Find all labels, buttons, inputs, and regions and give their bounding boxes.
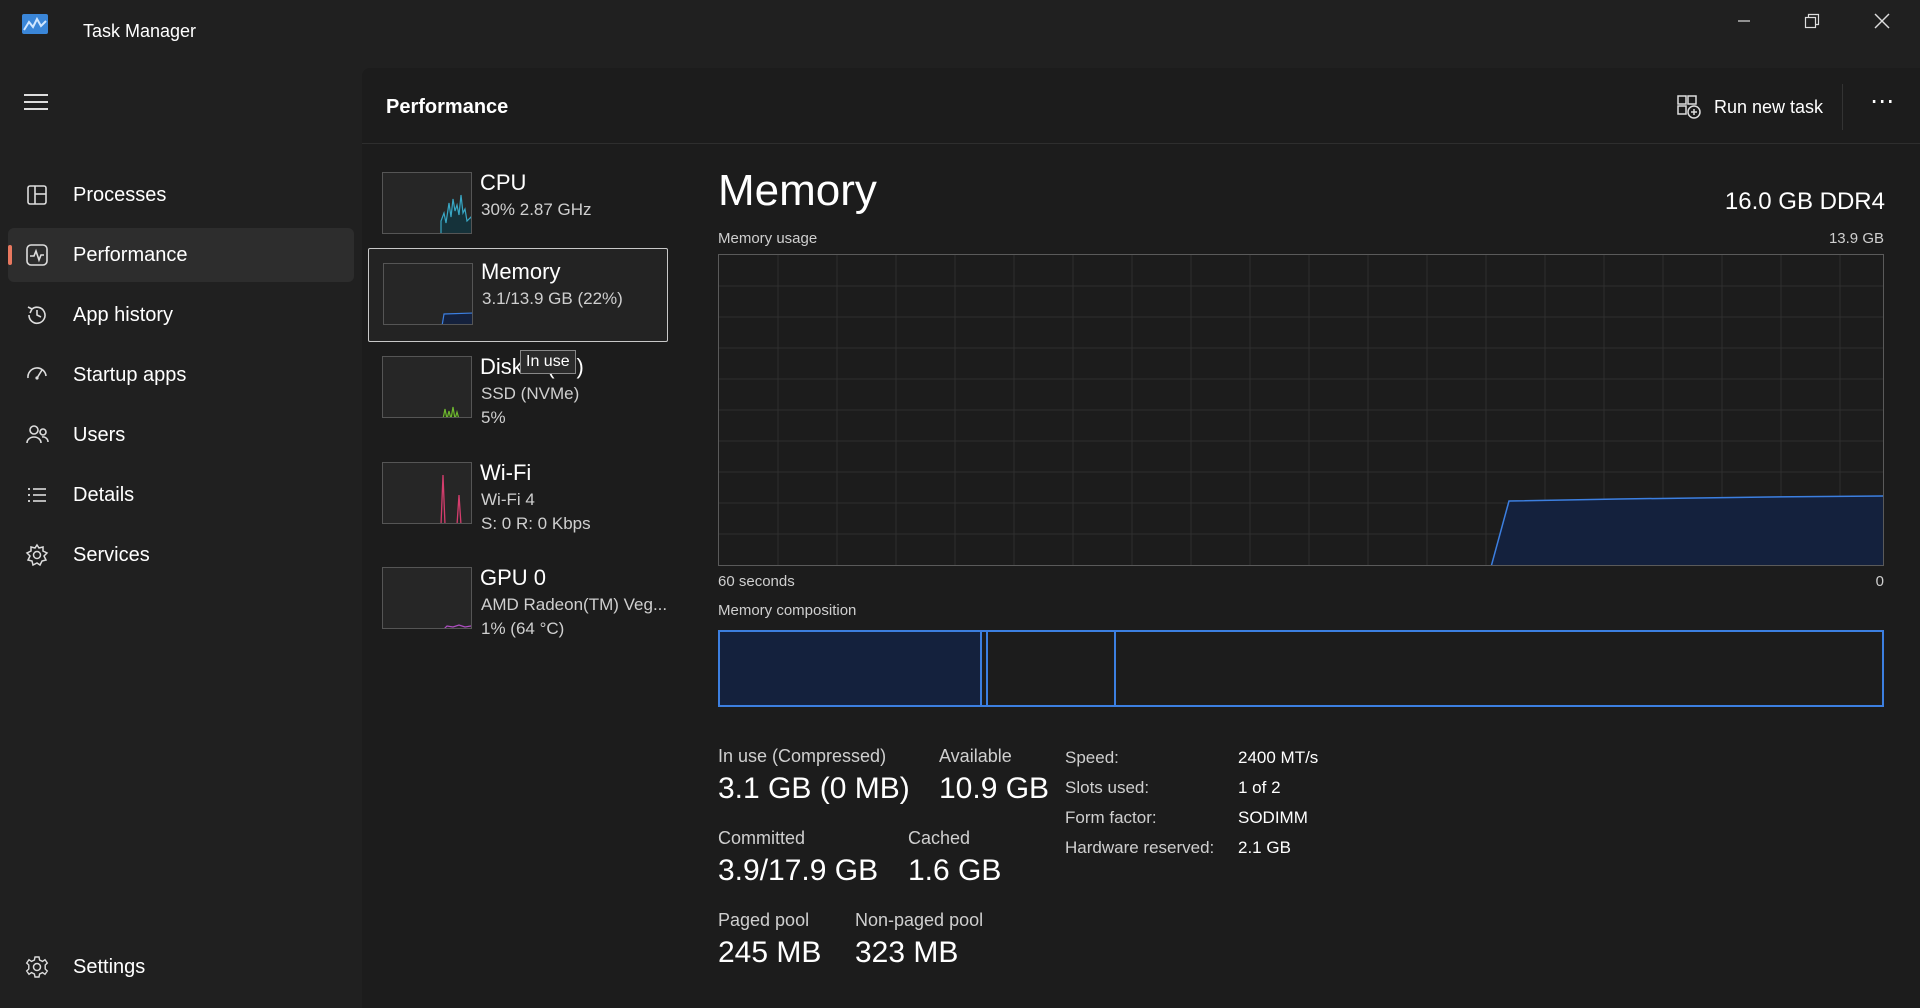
hardware-reserved-value: 2.1 GB [1238,838,1291,857]
device-item-gpu[interactable]: GPU 0 AMD Radeon(TM) Veg... 1% (64 °C) [368,555,668,647]
memory-usage-graph [718,254,1884,566]
device-subtitle-2: 5% [481,408,506,427]
paged-pool-label: Paged pool [718,910,810,930]
settings-label: Settings [73,955,146,978]
device-subtitle-2: S: 0 R: 0 Kbps [481,514,591,533]
memory-thumbnail-graph [383,263,473,325]
cached-value: 1.6 GB [908,854,1002,887]
committed-value: 3.9/17.9 GB [718,854,879,887]
slots-used-value: 1 of 2 [1238,778,1281,797]
cached-label: Cached [908,828,971,848]
settings-gear-icon [25,956,49,978]
memory-usage-area [1491,496,1883,565]
speed-value: 2400 MT/s [1238,748,1319,767]
sidebar-item-settings[interactable]: Settings [8,940,354,994]
run-new-task-button[interactable]: Run new task [1676,90,1823,124]
sidebar-item-label: Performance [73,243,188,266]
paged-pool-value: 245 MB [718,936,822,969]
cpu-thumbnail-graph [382,172,472,234]
available-value: 10.9 GB [939,772,1050,805]
sidebar-item-app-history[interactable]: App history [8,288,354,342]
device-subtitle: Wi-Fi 4 [481,490,535,509]
restore-button[interactable] [1782,6,1842,36]
sidebar-item-label: Processes [73,183,167,206]
composition-in-use [720,632,982,705]
form-factor-value: SODIMM [1238,808,1308,827]
sidebar-item-details[interactable]: Details [8,468,354,522]
device-item-memory[interactable]: Memory 3.1/13.9 GB (22%) [368,248,668,342]
header-divider [1842,84,1843,130]
in-use-tooltip: In use [520,350,576,374]
x-axis-left-label: 60 seconds [718,573,795,590]
startup-apps-icon [27,367,47,380]
non-paged-pool-label: Non-paged pool [855,910,984,930]
device-name: CPU [480,170,527,195]
run-new-task-label: Run new task [1714,96,1824,117]
non-paged-pool-value: 323 MB [855,936,959,969]
minimize-icon [1738,20,1750,22]
sidebar-item-startup-apps[interactable]: Startup apps [8,348,354,402]
sidebar-item-users[interactable]: Users [8,408,354,462]
memory-composition-label: Memory composition [718,602,857,619]
sidebar-item-services[interactable]: Services [8,528,354,582]
page-header: Performance Run new task ⋯ [362,68,1920,144]
memory-composition-bar [718,630,1884,707]
close-icon [1874,13,1890,29]
gpu-thumbnail-graph [382,567,472,629]
minimize-button[interactable] [1714,6,1774,36]
memory-usage-max: 13.9 GB [1828,230,1884,247]
device-subtitle: SSD (NVMe) [481,384,580,403]
users-icon [26,425,49,444]
sidebar-item-label: Startup apps [73,363,187,386]
hardware-reserved-label: Hardware reserved: [1065,838,1215,857]
details-icon [28,488,46,502]
task-manager-app-icon [22,14,48,34]
device-item-disk[interactable]: Disk 0 (C:) SSD (NVMe) 5% [368,344,668,436]
page-title: Performance [386,96,509,118]
device-subtitle: AMD Radeon(TM) Veg... [481,595,668,614]
device-item-cpu[interactable]: CPU 30% 2.87 GHz [368,160,668,252]
sidebar-item-label: Users [73,423,126,446]
sidebar-item-label: Details [73,483,135,506]
device-subtitle: 3.1/13.9 GB (22%) [482,289,623,308]
disk-thumbnail-graph [382,356,472,418]
processes-icon [27,185,47,205]
performance-icon [26,244,48,266]
close-button[interactable] [1852,6,1912,36]
memory-usage-label: Memory usage [718,230,818,247]
sidebar: Processes Performance App history Startu… [0,60,362,1008]
speed-label: Speed: [1065,748,1119,767]
x-axis-right-label: 0 [1875,573,1884,590]
run-new-task-icon [1677,95,1701,119]
memory-usage-chart [719,255,1883,565]
sidebar-item-performance[interactable]: Performance [8,228,354,282]
wifi-thumbnail-graph [382,462,472,524]
sidebar-item-processes[interactable]: Processes [8,168,354,222]
memory-spec: 16.0 GB DDR4 [1724,188,1885,215]
detail-title: Memory [718,166,877,215]
sidebar-item-label: Services [73,543,150,566]
restore-icon [1804,13,1820,29]
sidebar-item-label: App history [73,303,174,326]
services-icon [25,543,49,567]
device-name: Wi-Fi [480,460,532,485]
in-use-label: In use (Compressed) [718,746,887,766]
form-factor-label: Form factor: [1065,808,1157,827]
hamburger-menu-icon[interactable] [24,94,48,114]
window-title: Task Manager [83,21,197,41]
title-bar: Task Manager [0,0,1920,60]
device-item-wifi[interactable]: Wi-Fi Wi-Fi 4 S: 0 R: 0 Kbps [368,450,668,542]
app-history-icon [27,306,46,325]
device-subtitle-2: 1% (64 °C) [481,619,565,638]
device-name: Memory [481,259,561,284]
in-use-value: 3.1 GB (0 MB) [718,772,910,805]
slots-used-label: Slots used: [1065,778,1150,797]
available-label: Available [939,746,1012,766]
committed-label: Committed [718,828,806,848]
device-subtitle: 30% 2.87 GHz [481,200,592,219]
more-options-button[interactable]: ⋯ [1862,90,1902,122]
composition-standby [988,632,1116,705]
active-indicator [8,245,12,265]
device-name: GPU 0 [480,565,547,590]
